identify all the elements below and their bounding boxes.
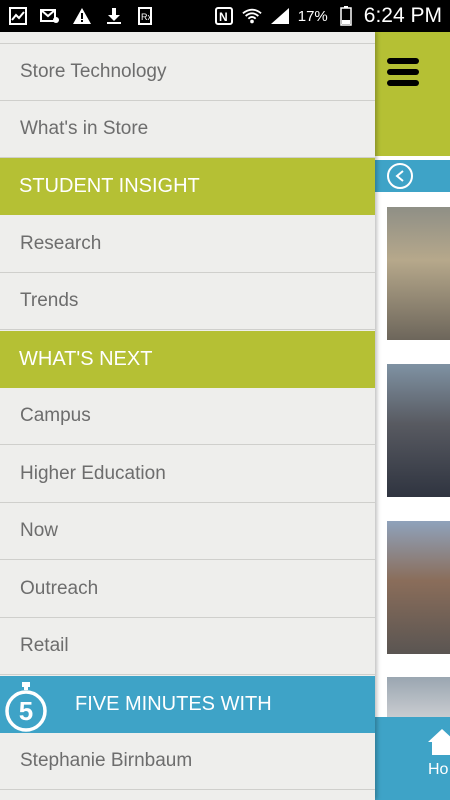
drawer-item-higher-education[interactable]: Higher Education xyxy=(0,446,375,503)
drawer-section-five-minutes-with[interactable]: 5 FIVE MINUTES WITH xyxy=(0,676,375,733)
download-icon xyxy=(104,6,124,26)
five-badge-number: 5 xyxy=(19,696,33,726)
back-arrow-icon[interactable] xyxy=(387,163,413,189)
navigation-drawer: Store Technology What's in Store STUDENT… xyxy=(0,32,375,800)
drawer-item-whats-in-store[interactable]: What's in Store xyxy=(0,101,375,158)
hamburger-menu-icon[interactable] xyxy=(387,58,419,86)
article-thumbnail[interactable] xyxy=(387,364,450,497)
main-content-peek: Ho xyxy=(375,32,450,800)
nav-bar xyxy=(375,160,450,192)
app-root: Rx N 17% 6:24 PM Ho Store Technology Wha… xyxy=(0,0,450,800)
drawer-item-now[interactable]: Now xyxy=(0,503,375,560)
home-icon xyxy=(428,729,450,755)
drawer-item-stephanie-birnbaum[interactable]: Stephanie Birnbaum xyxy=(0,733,375,790)
stopwatch-five-icon: 5 xyxy=(5,682,47,732)
five-minutes-with-label: FIVE MINUTES WITH xyxy=(75,693,272,715)
drawer-item-research[interactable]: Research xyxy=(0,216,375,273)
home-tab-label: Ho xyxy=(428,761,449,778)
wifi-icon xyxy=(242,6,262,26)
email-muted-icon xyxy=(40,6,60,26)
drawer-item-store-technology[interactable]: Store Technology xyxy=(0,44,375,101)
article-thumbnail[interactable] xyxy=(387,207,450,340)
clock: 6:24 PM xyxy=(363,4,442,27)
system-icons: N 17% 6:24 PM xyxy=(214,4,442,28)
nfc-icon: N xyxy=(214,6,234,26)
article-thumbnail[interactable] xyxy=(387,677,450,717)
drawer-item-outreach[interactable]: Outreach xyxy=(0,561,375,618)
app-header xyxy=(375,32,450,156)
drawer-item-retail[interactable]: Retail xyxy=(0,618,375,675)
signal-icon xyxy=(270,6,290,26)
drawer-item-campus[interactable]: Campus xyxy=(0,388,375,445)
home-tab[interactable]: Ho xyxy=(375,717,450,800)
battery-icon xyxy=(336,6,356,26)
svg-text:N: N xyxy=(219,10,228,24)
drawer-item-trends[interactable]: Trends xyxy=(0,273,375,330)
chart-icon xyxy=(8,6,28,26)
rx-icon: Rx xyxy=(136,6,156,26)
article-thumbnail[interactable] xyxy=(387,521,450,654)
drawer-section-student-insight[interactable]: STUDENT INSIGHT xyxy=(0,158,375,215)
svg-text:Rx: Rx xyxy=(141,12,152,22)
notification-icons: Rx xyxy=(8,6,156,26)
drawer-section-whats-next[interactable]: WHAT'S NEXT xyxy=(0,331,375,388)
status-bar: Rx N 17% 6:24 PM xyxy=(0,0,450,32)
warning-icon xyxy=(72,6,92,26)
battery-percent: 17% xyxy=(297,7,328,25)
drawer-item-partial[interactable] xyxy=(0,32,375,44)
